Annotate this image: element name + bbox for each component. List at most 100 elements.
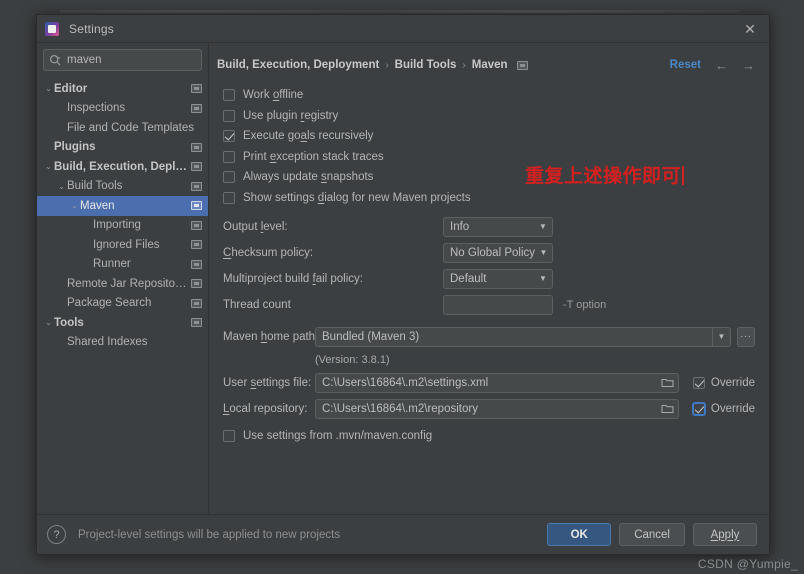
checkbox-row-use-plugin-registry[interactable]: Use plugin registry: [217, 106, 755, 126]
project-settings-icon: [191, 279, 202, 289]
chevron-down-icon[interactable]: ⌄: [43, 162, 54, 171]
breadcrumb-item-0[interactable]: Build, Execution, Deployment: [217, 59, 379, 71]
sidebar-item-editor[interactable]: ⌄ Editor: [37, 79, 208, 99]
use-mvn-config-checkbox[interactable]: [223, 429, 235, 442]
apply-button[interactable]: Apply: [693, 523, 757, 546]
sidebar-item-ignored-files[interactable]: ⌄Ignored Files: [37, 235, 208, 255]
user-settings-file-value: C:\Users\16864\.m2\settings.xml: [322, 376, 489, 389]
chevron-down-icon[interactable]: ⌄: [43, 84, 54, 93]
checkbox-work-offline[interactable]: [223, 89, 235, 101]
chevron-down-icon[interactable]: ⌄: [69, 201, 80, 210]
chevron-down-icon[interactable]: ⌄: [43, 318, 54, 327]
sidebar-item-build-execution-deployment[interactable]: ⌄Build, Execution, Deployment: [37, 157, 208, 177]
sidebar-item-tools[interactable]: ⌄ Tools: [37, 313, 208, 333]
user-settings-file-input[interactable]: C:\Users\16864\.m2\settings.xml: [315, 372, 679, 393]
use-mvn-config-row[interactable]: Use settings from .mvn/maven.config: [217, 426, 755, 446]
maven-home-path-row: Maven home path: Bundled (Maven 3) ▼ ...: [217, 324, 755, 350]
breadcrumb-item-1[interactable]: Build Tools: [395, 59, 457, 71]
checkbox-label: Print exception stack traces: [243, 150, 384, 163]
chevron-down-icon: ▼: [539, 274, 547, 283]
local-repository-override-checkbox[interactable]: [692, 402, 705, 415]
project-settings-icon: [191, 240, 202, 250]
checkbox-row-show-settings-dialog-for-new-maven-projects[interactable]: Show settings dialog for new Maven proje…: [217, 188, 755, 208]
sidebar-item-shared-indexes[interactable]: ⌄Shared Indexes: [37, 333, 208, 353]
forward-arrow-icon[interactable]: →: [742, 59, 755, 72]
folder-icon[interactable]: [661, 377, 674, 388]
multiproject-fail-policy-dropdown[interactable]: Default ▼: [443, 268, 553, 289]
breadcrumb-item-2: Maven: [471, 59, 508, 71]
checkbox-label: Always update snapshots: [243, 171, 374, 183]
project-settings-icon: [191, 298, 202, 308]
chevron-down-icon: ▼: [539, 222, 547, 231]
checkbox-print-exception-stack-traces[interactable]: [223, 150, 235, 163]
local-repository-input[interactable]: C:\Users\16864\.m2\repository: [315, 398, 679, 419]
help-icon[interactable]: ?: [47, 525, 66, 544]
sidebar-item-build-tools[interactable]: ⌄ Build Tools: [37, 177, 208, 197]
sidebar-item-package-search[interactable]: ⌄Package Search: [37, 294, 208, 314]
tree-indent-spacer: ⌄: [82, 221, 93, 230]
search-input[interactable]: [67, 54, 221, 66]
sidebar-item-label: Ignored Files: [93, 238, 160, 251]
tree-indent-spacer: ⌄: [43, 143, 54, 152]
user-settings-file-row: User settings file: C:\Users\16864\.m2\s…: [217, 370, 755, 396]
output-level-label: Output level:: [223, 220, 288, 233]
sidebar-item-label: Remote Jar Repositories: [67, 277, 187, 290]
sidebar-item-label: Inspections: [67, 102, 126, 115]
sidebar-item-label: Maven: [80, 199, 115, 212]
chevron-down-icon[interactable]: ⌄: [56, 182, 67, 191]
sidebar-item-remote-jar-repositories[interactable]: ⌄Remote Jar Repositories: [37, 274, 208, 294]
output-level-dropdown[interactable]: Info ▼: [443, 216, 553, 237]
sidebar-item-label: Importing: [93, 219, 141, 232]
sidebar-item-maven[interactable]: ⌄ Maven: [37, 196, 208, 216]
intellij-idea-icon: [45, 21, 59, 36]
checkbox-execute-goals-recursively[interactable]: [223, 130, 235, 142]
local-repository-row: Local repository: C:\Users\16864\.m2\rep…: [217, 396, 755, 422]
checksum-policy-label: Checksum policy:: [223, 246, 314, 259]
search-box[interactable]: ✕: [43, 49, 232, 71]
checkbox-use-plugin-registry[interactable]: [223, 109, 235, 122]
sidebar-item-inspections[interactable]: ⌄Inspections: [37, 99, 208, 119]
back-arrow-icon[interactable]: ←: [715, 59, 728, 72]
sidebar-item-importing[interactable]: ⌄Importing: [37, 216, 208, 236]
checksum-policy-dropdown[interactable]: No Global Policy ▼: [443, 242, 553, 263]
user-settings-file-label: User settings file:: [223, 376, 312, 389]
use-mvn-config-label: Use settings from .mvn/maven.config: [243, 429, 433, 442]
user-settings-override-checkbox[interactable]: [692, 376, 705, 389]
sidebar-item-runner[interactable]: ⌄Runner: [37, 255, 208, 275]
cancel-button[interactable]: Cancel: [619, 523, 685, 546]
checkbox-show-settings-dialog-for-new-maven-projects[interactable]: [223, 191, 235, 204]
checkbox-row-work-offline[interactable]: Work offline: [217, 85, 755, 105]
ok-button[interactable]: OK: [547, 523, 612, 546]
sidebar-item-label: File and Code Templates: [67, 121, 194, 134]
thread-count-row: Thread count -T option: [217, 292, 755, 318]
tree-indent-spacer: ⌄: [56, 299, 67, 308]
thread-count-label: Thread count: [223, 298, 291, 311]
sidebar-item-label: Build, Execution, Deployment: [54, 160, 187, 173]
checkbox-label: Use plugin registry: [243, 109, 339, 122]
user-settings-override-label: Override: [710, 376, 755, 389]
checkbox-group: Work offline Use plugin registry Execute g…: [217, 85, 755, 208]
folder-icon[interactable]: [661, 403, 674, 414]
reset-link[interactable]: Reset: [670, 59, 701, 71]
project-settings-icon: [191, 318, 202, 328]
local-repository-override-group[interactable]: Override: [692, 402, 755, 415]
close-icon[interactable]: ✕: [737, 18, 763, 40]
checkbox-label: Execute goals recursively: [243, 130, 374, 142]
project-settings-icon: [516, 60, 528, 70]
sidebar-item-label: Runner: [93, 258, 131, 271]
sidebar-item-plugins[interactable]: ⌄Plugins: [37, 138, 208, 158]
sidebar-item-file-and-code-templates[interactable]: ⌄File and Code Templates: [37, 118, 208, 138]
user-settings-override-group[interactable]: Override: [692, 376, 755, 389]
project-settings-icon: [191, 259, 202, 269]
maven-home-browse-button[interactable]: ...: [737, 326, 755, 347]
footer-note: Project-level settings will be applied t…: [78, 528, 341, 541]
thread-count-input[interactable]: [443, 294, 553, 315]
sidebar-item-label: Plugins: [54, 141, 96, 154]
maven-home-path-dropdown[interactable]: Bundled (Maven 3) ▼: [315, 326, 731, 347]
tree-indent-spacer: ⌄: [82, 240, 93, 249]
checkbox-always-update-snapshots[interactable]: [223, 171, 235, 183]
checkbox-row-execute-goals-recursively[interactable]: Execute goals recursively: [217, 126, 755, 146]
dialog-title: Settings: [69, 21, 114, 36]
tree-indent-spacer: ⌄: [56, 104, 67, 113]
project-settings-icon: [191, 103, 202, 113]
